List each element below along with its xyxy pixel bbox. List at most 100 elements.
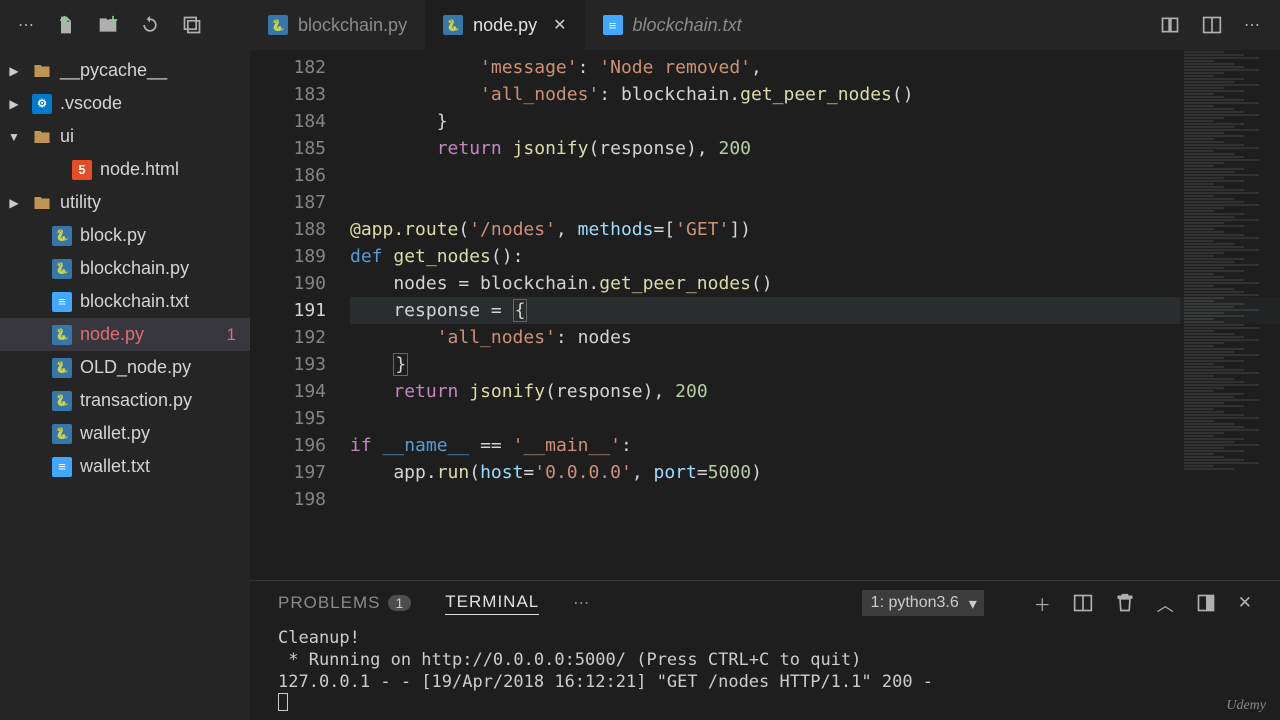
- new-folder-icon[interactable]: [98, 15, 118, 35]
- code-line[interactable]: 'all_nodes': nodes: [350, 324, 1280, 351]
- code-line[interactable]: 'all_nodes': blockchain.get_peer_nodes(): [350, 81, 1280, 108]
- explorer-item--vscode[interactable]: ▶⚙.vscode: [0, 87, 250, 120]
- tab-blockchain-txt[interactable]: ≡blockchain.txt: [585, 0, 760, 50]
- file-explorer: ▶__pycache__▶⚙.vscode▼ui▶5node.html▶util…: [0, 50, 250, 720]
- panel-tab-label: TERMINAL: [445, 592, 539, 612]
- editor-tabs: 🐍 blockchain.py 🐍 node.py ✕ ≡blockchain.txt: [250, 0, 1140, 50]
- explorer-label: __pycache__: [60, 60, 167, 81]
- split-editor-icon[interactable]: [1202, 15, 1222, 35]
- explorer-item-blockchain-txt[interactable]: ▶≡blockchain.txt: [0, 285, 250, 318]
- py-icon: 🐍: [52, 391, 72, 411]
- editor-actions: ⋯: [1140, 15, 1280, 35]
- code-line[interactable]: @app.route('/nodes', methods=['GET']): [350, 216, 1280, 243]
- line-gutter: 1821831841851861871881891901911921931941…: [250, 50, 350, 580]
- panel-tab-problems[interactable]: PROBLEMS1: [278, 592, 411, 615]
- py-icon: 🐍: [52, 325, 72, 345]
- error-badge: 1: [227, 325, 236, 345]
- tab-label: blockchain.txt: [633, 15, 742, 36]
- chevron-icon: ▼: [4, 130, 24, 144]
- code-line[interactable]: return jsonify(response), 200: [350, 378, 1280, 405]
- py-icon: 🐍: [52, 259, 72, 279]
- line-number: 183: [250, 81, 326, 108]
- compare-icon[interactable]: [1160, 15, 1180, 35]
- py-icon: 🐍: [52, 226, 72, 246]
- tab-blockchain-py[interactable]: 🐍 blockchain.py: [250, 0, 425, 50]
- explorer-item---pycache--[interactable]: ▶__pycache__: [0, 54, 250, 87]
- explorer-item-utility[interactable]: ▶utility: [0, 186, 250, 219]
- collapse-all-icon[interactable]: [182, 15, 202, 35]
- panel-more-icon[interactable]: ⋯: [573, 593, 589, 613]
- close-tab-icon[interactable]: ✕: [553, 15, 566, 35]
- explorer-label: wallet.txt: [80, 456, 150, 477]
- panel-tabs: PROBLEMS1 TERMINAL ⋯ 1: python3.6 ＋ ︿ ✕: [250, 581, 1280, 625]
- maximize-panel-icon[interactable]: [1196, 593, 1216, 613]
- explorer-item-old-node-py[interactable]: ▶🐍OLD_node.py: [0, 351, 250, 384]
- folder-icon: [32, 61, 52, 81]
- tab-label: blockchain.py: [298, 15, 407, 36]
- explorer-label: node.html: [100, 159, 179, 180]
- split-terminal-icon[interactable]: [1073, 593, 1093, 613]
- code-area[interactable]: 'message': 'Node removed', 'all_nodes': …: [350, 50, 1280, 580]
- code-line[interactable]: def get_nodes():: [350, 243, 1280, 270]
- py-file-icon: 🐍: [443, 15, 463, 35]
- code-line[interactable]: [350, 405, 1280, 432]
- explorer-item-transaction-py[interactable]: ▶🐍transaction.py: [0, 384, 250, 417]
- explorer-item-blockchain-py[interactable]: ▶🐍blockchain.py: [0, 252, 250, 285]
- code-editor[interactable]: 1821831841851861871881891901911921931941…: [250, 50, 1280, 580]
- py-icon: 🐍: [52, 358, 72, 378]
- line-number: 187: [250, 189, 326, 216]
- explorer-item-node-html[interactable]: ▶5node.html: [0, 153, 250, 186]
- explorer-label: node.py: [80, 324, 144, 345]
- new-file-icon[interactable]: [56, 15, 76, 35]
- folder-icon: [32, 127, 52, 147]
- problems-count: 1: [388, 595, 411, 611]
- more-icon[interactable]: ⋯: [18, 15, 34, 35]
- titlebar: ⋯ 🐍 blockchain.py 🐍 node.py ✕ ≡blockchain.txt…: [0, 0, 1280, 50]
- tab-node-py[interactable]: 🐍 node.py ✕: [425, 0, 584, 50]
- tab-label: node.py: [473, 15, 537, 36]
- explorer-item-wallet-txt[interactable]: ▶≡wallet.txt: [0, 450, 250, 483]
- more-actions-icon[interactable]: ⋯: [1244, 15, 1260, 35]
- chevron-icon: ▶: [4, 97, 24, 111]
- explorer-item-node-py[interactable]: ▶🐍node.py1: [0, 318, 250, 351]
- code-line[interactable]: }: [350, 351, 1280, 378]
- code-line[interactable]: response = {: [350, 297, 1280, 324]
- py-icon: 🐍: [52, 424, 72, 444]
- explorer-item-wallet-py[interactable]: ▶🐍wallet.py: [0, 417, 250, 450]
- explorer-label: block.py: [80, 225, 146, 246]
- code-line[interactable]: [350, 162, 1280, 189]
- terminal-output[interactable]: Cleanup! * Running on http://0.0.0.0:500…: [250, 625, 1280, 720]
- line-number: 188: [250, 216, 326, 243]
- panel-up-icon[interactable]: ︿: [1157, 591, 1174, 616]
- terminal-select[interactable]: 1: python3.6: [862, 590, 984, 616]
- code-line[interactable]: }: [350, 108, 1280, 135]
- explorer-actions: ⋯: [0, 15, 250, 35]
- code-line[interactable]: app.run(host='0.0.0.0', port=5000): [350, 459, 1280, 486]
- refresh-icon[interactable]: [140, 15, 160, 35]
- code-line[interactable]: if __name__ == '__main__':: [350, 432, 1280, 459]
- code-line[interactable]: [350, 486, 1280, 513]
- panel-tab-terminal[interactable]: TERMINAL: [445, 592, 539, 615]
- line-number: 193: [250, 351, 326, 378]
- code-line[interactable]: 'message': 'Node removed',: [350, 54, 1280, 81]
- bottom-panel: PROBLEMS1 TERMINAL ⋯ 1: python3.6 ＋ ︿ ✕ C…: [250, 580, 1280, 720]
- py-file-icon: 🐍: [268, 15, 288, 35]
- explorer-label: blockchain.py: [80, 258, 189, 279]
- code-line[interactable]: nodes = blockchain.get_peer_nodes(): [350, 270, 1280, 297]
- code-line[interactable]: [350, 189, 1280, 216]
- folder-icon: [32, 193, 52, 213]
- txt-icon: ≡: [52, 457, 72, 477]
- line-number: 184: [250, 108, 326, 135]
- explorer-item-ui[interactable]: ▼ui: [0, 120, 250, 153]
- explorer-label: blockchain.txt: [80, 291, 189, 312]
- line-number: 196: [250, 432, 326, 459]
- line-number: 192: [250, 324, 326, 351]
- line-number: 191: [250, 297, 326, 324]
- line-number: 182: [250, 54, 326, 81]
- kill-terminal-icon[interactable]: [1115, 593, 1135, 613]
- explorer-item-block-py[interactable]: ▶🐍block.py: [0, 219, 250, 252]
- code-line[interactable]: return jsonify(response), 200: [350, 135, 1280, 162]
- close-panel-icon[interactable]: ✕: [1238, 593, 1252, 613]
- new-terminal-icon[interactable]: ＋: [1034, 591, 1051, 616]
- explorer-label: transaction.py: [80, 390, 192, 411]
